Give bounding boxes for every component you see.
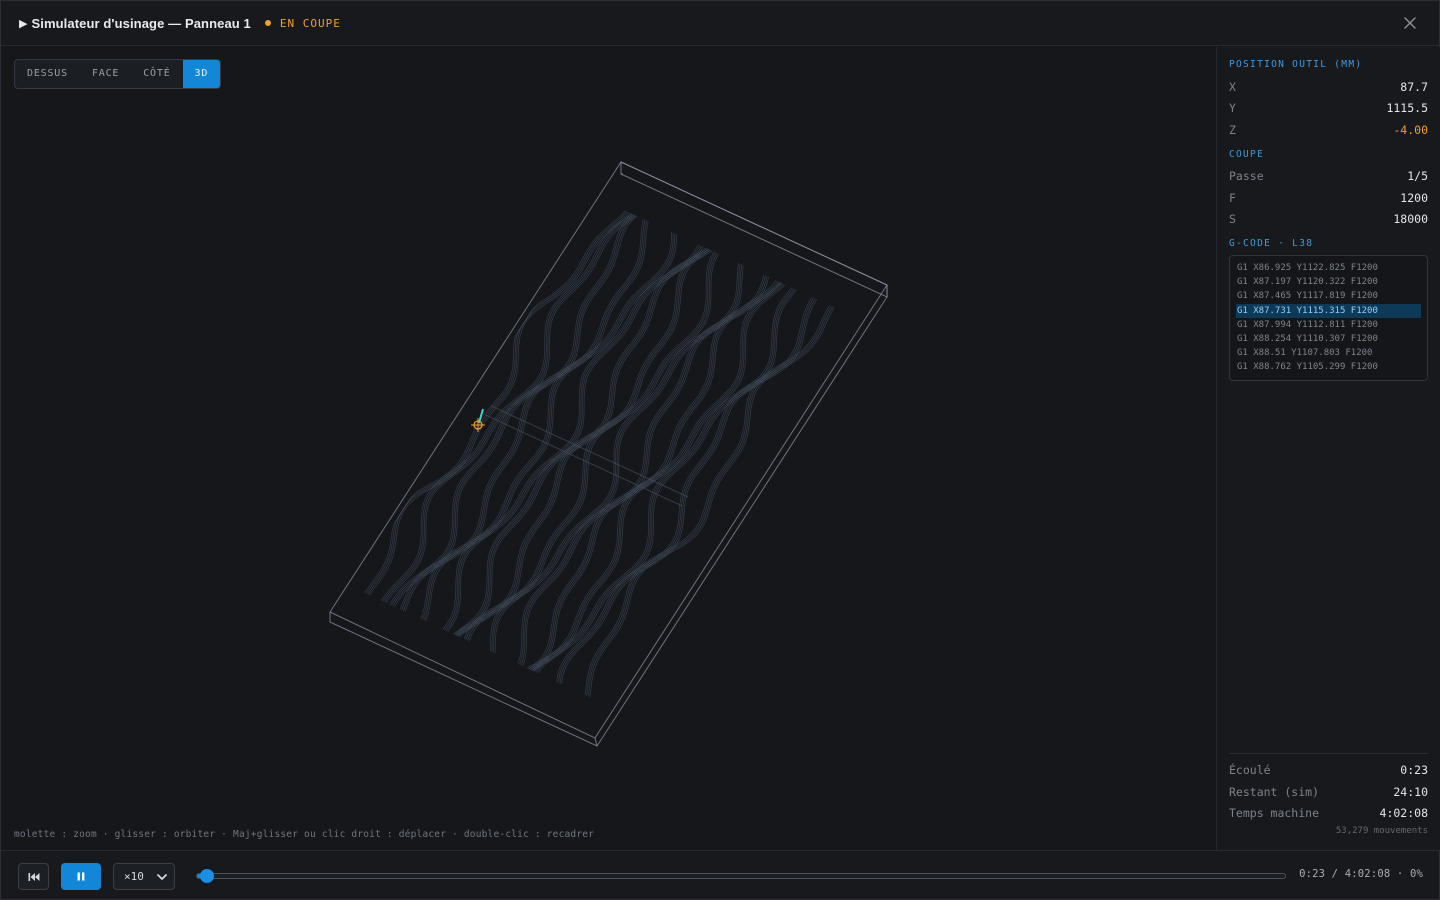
toolpath-line <box>517 274 765 664</box>
position-title: POSITION OUTIL (MM) <box>1229 59 1363 70</box>
toolpath-line <box>519 275 766 665</box>
cut-section: COUPE Passe 1/5 F 1200 S 18000 <box>1229 149 1428 231</box>
gcode-line: G1 X87.197 Y1120.322 F1200 <box>1237 277 1378 288</box>
x-value: 87.7 <box>1400 79 1428 94</box>
window-title: Simulateur d'usinage — Panneau 1 <box>31 15 251 31</box>
toolpath-line <box>584 305 830 695</box>
stock-box <box>329 161 888 747</box>
time-readout: 0:23 / 4:02:08 · 0% <box>1299 868 1423 880</box>
x-label: X <box>1229 79 1236 94</box>
chevron-down-icon <box>157 874 167 880</box>
view-tabs: DESSUS FACE CÔTÉ 3D <box>14 59 222 89</box>
skip-back-icon <box>28 872 39 881</box>
gcode-line: G1 X88.51 Y1107.803 F1200 <box>1237 348 1373 359</box>
toolpath-line <box>457 250 713 637</box>
position-x: X 87.7 <box>1229 76 1428 98</box>
tab-dessus[interactable]: DESSUS <box>15 60 80 88</box>
toolpaths <box>364 210 835 698</box>
tab-face[interactable]: FACE <box>80 60 131 88</box>
status-dot-icon <box>264 20 271 26</box>
elapsed-value: 0:23 <box>1400 763 1428 778</box>
toolpath-line <box>532 287 793 672</box>
toolpath-line <box>394 215 637 608</box>
z-label: Z <box>1229 122 1236 137</box>
viewport-3d[interactable]: DESSUS FACE CÔTÉ 3D molette : zoom · gli… <box>1 47 1216 850</box>
info-sidebar: POSITION OUTIL (MM) X 87.7 Y 1115.5 Z -4… <box>1216 47 1440 850</box>
remaining-value: 24:10 <box>1393 784 1428 799</box>
toolpath-line <box>404 221 649 612</box>
gcode-line: G1 X88.254 Y1110.307 F1200 <box>1237 334 1378 345</box>
toolpath-line <box>586 305 832 696</box>
tab-3d[interactable]: 3D <box>182 60 221 88</box>
time-summary: Écoulé 0:23 Restant (sim) 24:10 Temps ma… <box>1229 752 1428 836</box>
toolpath-line <box>522 276 769 667</box>
feed-value: 1200 <box>1400 190 1428 205</box>
machine-time-label: Temps machine <box>1229 806 1320 821</box>
y-value: 1115.5 <box>1386 101 1428 116</box>
toolpath-line <box>365 211 628 594</box>
progress-slider[interactable] <box>196 869 1286 883</box>
tool-crosshair-icon <box>471 408 485 432</box>
elapsed-label: Écoulé <box>1229 763 1271 778</box>
gcode-listing[interactable]: G1 X86.925 Y1122.825 F1200 G1 X87.197 Y1… <box>1229 255 1428 381</box>
header: ▶ Simulateur d'usinage — Panneau 1 EN CO… <box>1 1 1439 46</box>
cut-feed: F 1200 <box>1229 187 1428 209</box>
gcode-line: G1 X88.762 Y1105.299 F1200 <box>1237 362 1378 373</box>
gcode-section: G-CODE · L38 G1 X86.925 Y1122.825 F1200 … <box>1229 238 1428 381</box>
speed-value: ×10 <box>124 870 144 883</box>
gcode-line-current: G1 X87.731 Y1115.315 F1200 <box>1236 303 1421 318</box>
toolpath-line <box>520 276 768 666</box>
status-badge: EN COUPE <box>264 16 341 30</box>
toolpath-line <box>587 306 834 697</box>
speed-select[interactable]: ×10 <box>113 863 175 890</box>
cut-speed: S 18000 <box>1229 209 1428 231</box>
position-z: Z -4.00 <box>1229 119 1428 141</box>
close-button[interactable] <box>1401 14 1419 32</box>
gcode-line: G1 X87.994 Y1112.811 F1200 <box>1237 319 1378 330</box>
progress-handle[interactable] <box>200 869 215 883</box>
position-y: Y 1115.5 <box>1229 98 1428 120</box>
toolpath-line <box>367 211 629 595</box>
position-section: POSITION OUTIL (MM) X 87.7 Y 1115.5 Z -4… <box>1229 59 1428 141</box>
gcode-title: G-CODE · L38 <box>1229 238 1314 249</box>
pause-button[interactable] <box>61 863 101 890</box>
simulator-window: ▶ Simulateur d'usinage — Panneau 1 EN CO… <box>0 0 1440 900</box>
toolpath-line <box>442 244 699 630</box>
machine-time-row: Temps machine 4:02:08 <box>1229 803 1428 825</box>
playback-bar: ×10 0:23 / 4:02:08 · 0% <box>1 850 1439 899</box>
z-value: -4.00 <box>1393 122 1428 137</box>
status-text: EN COUPE <box>279 16 341 30</box>
play-icon: ▶ <box>19 16 28 30</box>
rewind-button[interactable] <box>18 863 49 890</box>
elapsed-row: Écoulé 0:23 <box>1229 760 1428 782</box>
controls-hint: molette : zoom · glisser : orbiter · Maj… <box>14 829 595 840</box>
pass-label: Passe <box>1229 169 1264 184</box>
toolpath-line <box>468 253 720 642</box>
toolpath-line <box>528 280 777 670</box>
y-label: Y <box>1229 101 1236 116</box>
pause-icon <box>77 872 85 881</box>
machine-time-value: 4:02:08 <box>1379 806 1428 821</box>
toolpath-line <box>369 212 631 596</box>
gcode-line: G1 X87.465 Y1117.819 F1200 <box>1237 291 1378 302</box>
cut-pass: Passe 1/5 <box>1229 166 1428 188</box>
feed-label: F <box>1229 190 1236 205</box>
pass-value: 1/5 <box>1407 169 1428 184</box>
remaining-row: Restant (sim) 24:10 <box>1229 781 1428 803</box>
spindle-label: S <box>1229 212 1236 227</box>
cut-title: COUPE <box>1229 148 1265 160</box>
tab-cote[interactable]: CÔTÉ <box>131 60 182 88</box>
toolpath-scene[interactable] <box>1 47 1216 850</box>
moves-count: 53,279 mouvements <box>1335 826 1428 836</box>
toolpath-line <box>589 307 835 698</box>
toolpath-band <box>490 405 689 498</box>
gcode-line: G1 X86.925 Y1122.825 F1200 <box>1237 263 1378 273</box>
close-icon <box>1404 17 1416 29</box>
remaining-label: Restant (sim) <box>1229 784 1320 799</box>
spindle-value: 18000 <box>1393 212 1428 227</box>
toolpath-line <box>364 210 626 594</box>
